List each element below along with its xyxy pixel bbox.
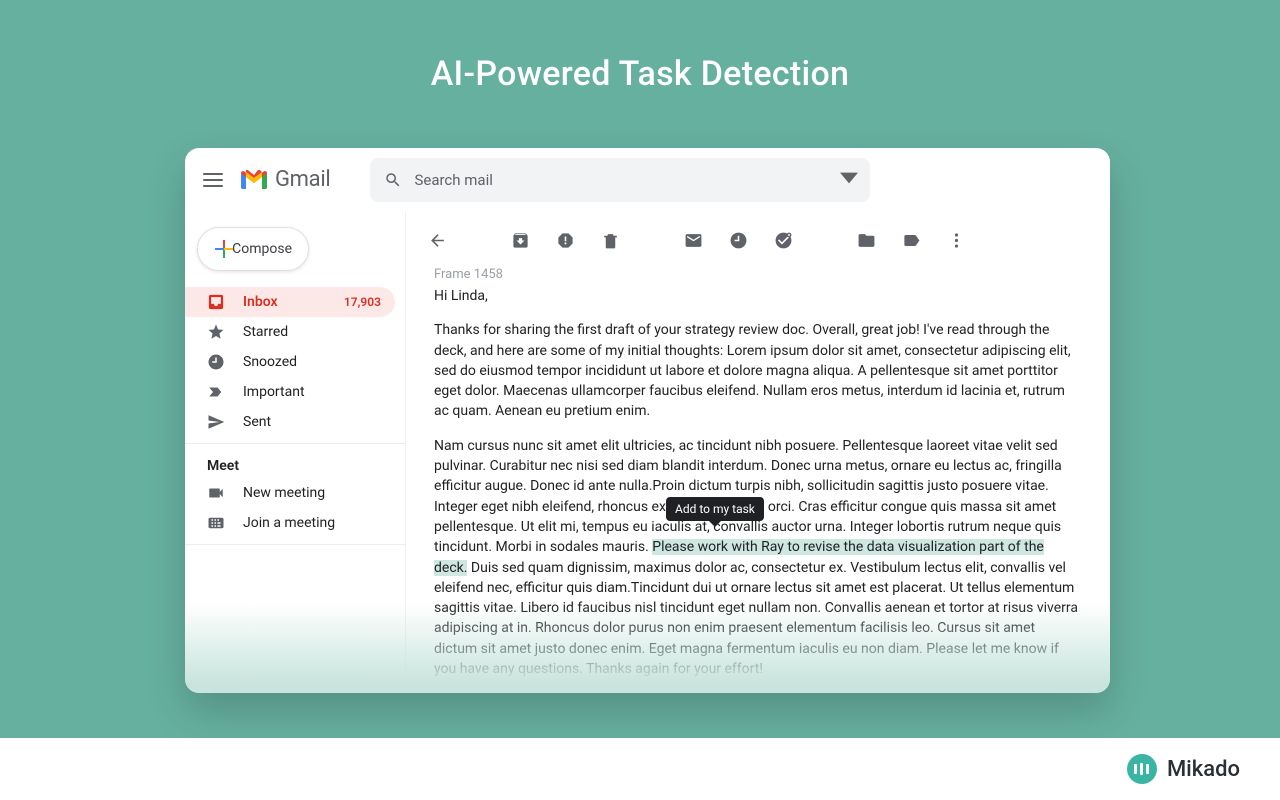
sidebar-item-new-meeting[interactable]: New meeting — [185, 478, 395, 508]
inbox-count: 17,903 — [344, 295, 381, 309]
sidebar-item-label: Join a meeting — [243, 515, 335, 531]
star-icon — [207, 323, 225, 341]
gmail-logo[interactable]: Gmail — [239, 167, 330, 192]
sidebar-item-label: Inbox — [243, 294, 278, 310]
sidebar-item-join-meeting[interactable]: Join a meeting — [185, 508, 395, 538]
sidebar-item-label: Sent — [243, 414, 271, 430]
keyboard-icon — [207, 514, 225, 532]
brand-footer: Mikado — [0, 738, 1280, 800]
archive-button[interactable] — [511, 231, 530, 250]
sidebar-item-sent[interactable]: Sent — [185, 407, 395, 437]
menu-icon[interactable] — [203, 173, 223, 187]
divider — [185, 544, 405, 545]
delete-button[interactable] — [601, 231, 620, 250]
frame-label: Frame 1458 — [434, 267, 1080, 282]
p2-post: Duis sed quam dignissim, maximus dolor a… — [434, 560, 1078, 677]
search-icon — [384, 171, 402, 189]
clock-icon — [207, 353, 225, 371]
hero-title: AI-Powered Task Detection — [0, 0, 1280, 94]
sidebar-item-label: Snoozed — [243, 354, 297, 370]
gmail-window: Gmail Search mail Compose Inbox 17,903 — [185, 148, 1110, 693]
more-button[interactable] — [947, 231, 966, 250]
search-options-icon[interactable] — [840, 169, 858, 191]
back-button[interactable] — [428, 231, 447, 250]
greeting: Hi Linda, — [434, 286, 1080, 306]
gmail-header: Gmail Search mail — [185, 148, 1110, 211]
email-body: Frame 1458 Hi Linda, Thanks for sharing … — [406, 265, 1110, 693]
brand-name: Mikado — [1167, 757, 1240, 782]
sidebar: Compose Inbox 17,903 Starred Snoozed — [185, 211, 405, 693]
compose-label: Compose — [232, 241, 292, 257]
inbox-icon — [207, 293, 225, 311]
sidebar-item-inbox[interactable]: Inbox 17,903 — [185, 287, 395, 317]
send-icon — [207, 413, 225, 431]
paragraph-1: Thanks for sharing the first draft of yo… — [434, 320, 1080, 421]
mail-toolbar — [406, 215, 1110, 265]
search-placeholder: Search mail — [414, 171, 492, 189]
report-spam-button[interactable] — [556, 231, 575, 250]
sidebar-item-starred[interactable]: Starred — [185, 317, 395, 347]
gmail-wordmark: Gmail — [275, 167, 330, 192]
move-to-button[interactable] — [857, 231, 876, 250]
important-icon — [207, 383, 225, 401]
compose-button[interactable]: Compose — [197, 227, 309, 271]
mark-unread-button[interactable] — [684, 231, 703, 250]
video-icon — [207, 484, 225, 502]
sidebar-item-label: Starred — [243, 324, 288, 340]
mikado-logo-icon — [1127, 754, 1157, 784]
meet-heading: Meet — [185, 450, 405, 478]
sidebar-item-snoozed[interactable]: Snoozed — [185, 347, 395, 377]
sidebar-item-label: New meeting — [243, 485, 325, 501]
paragraph-2: Nam cursus nunc sit amet elit ultricies,… — [434, 436, 1080, 680]
mail-pane: Frame 1458 Hi Linda, Thanks for sharing … — [405, 211, 1110, 693]
plus-icon — [214, 239, 222, 259]
divider — [185, 443, 405, 444]
gmail-m-icon — [239, 169, 269, 191]
add-to-task-tooltip[interactable]: Add to my task — [666, 497, 764, 521]
sidebar-item-label: Important — [243, 384, 305, 400]
snooze-button[interactable] — [729, 231, 748, 250]
sidebar-item-important[interactable]: Important — [185, 377, 395, 407]
labels-button[interactable] — [902, 231, 921, 250]
add-to-tasks-button[interactable] — [774, 231, 793, 250]
search-input[interactable]: Search mail — [370, 158, 870, 202]
